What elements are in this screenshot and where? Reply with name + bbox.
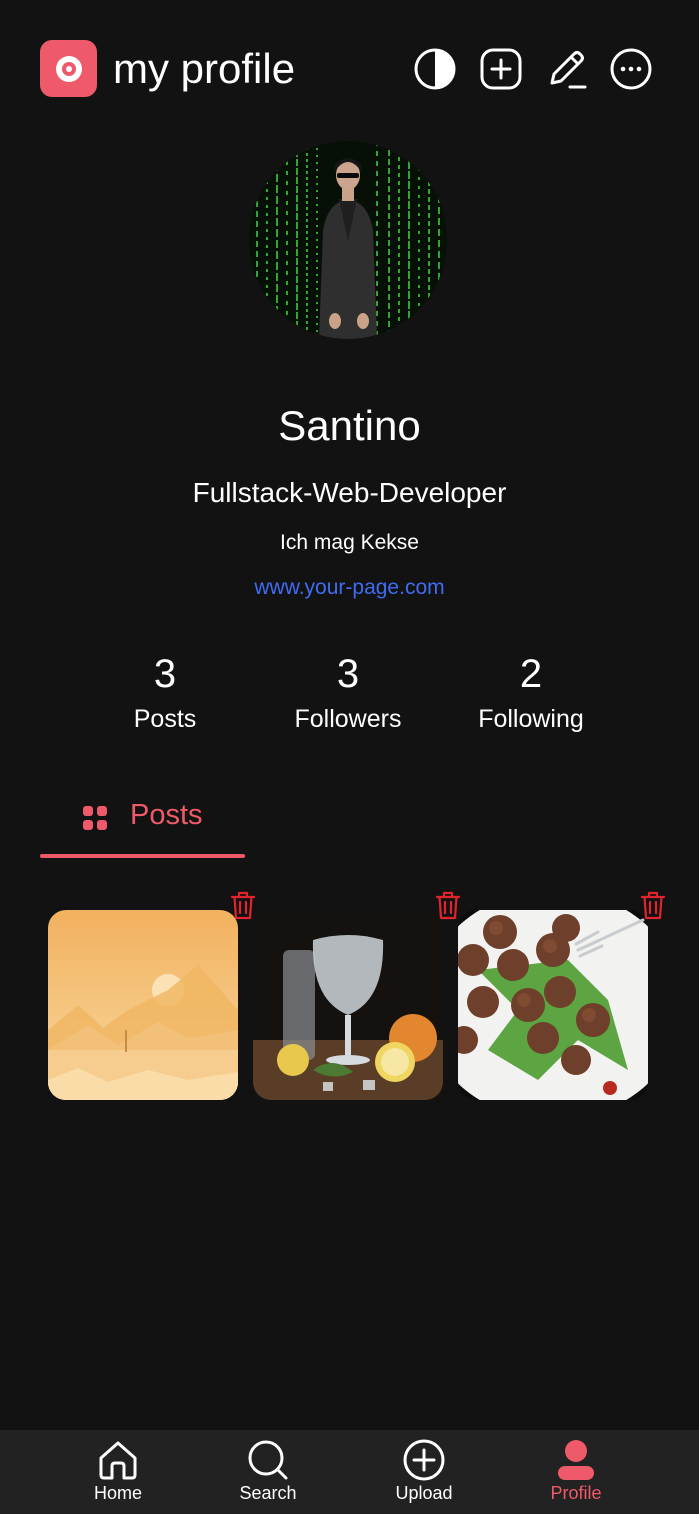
grid-icon <box>83 806 107 830</box>
more-options-icon[interactable] <box>609 47 653 91</box>
stat-followers-label: Followers <box>294 705 402 733</box>
tab-posts-label: Posts <box>130 799 203 831</box>
nav-upload-label: Upload <box>395 1483 453 1503</box>
home-icon <box>99 1441 137 1480</box>
stat-posts[interactable]: 3 Posts <box>75 650 255 736</box>
profile-bio: Ich mag Kekse <box>280 531 419 554</box>
profile-name: Santino <box>278 402 421 449</box>
profile-role: Fullstack-Web-Developer <box>192 477 507 508</box>
stat-posts-label: Posts <box>133 705 197 733</box>
bottom-navigation: Home Search Upload Profile <box>0 1430 699 1514</box>
nav-upload[interactable]: Upload <box>369 1430 479 1514</box>
tab-posts[interactable]: Posts <box>40 795 245 859</box>
profile-person-icon <box>558 1440 594 1480</box>
profile-avatar[interactable] <box>249 141 447 339</box>
post-gin-tonic[interactable] <box>253 910 443 1100</box>
upload-plus-icon <box>403 1439 445 1481</box>
nav-home[interactable]: Home <box>63 1430 173 1514</box>
post-meatballs[interactable] <box>458 910 648 1100</box>
theme-toggle-icon[interactable] <box>413 47 457 91</box>
tab-active-indicator <box>40 854 245 858</box>
nav-home-label: Home <box>93 1483 142 1503</box>
add-post-icon[interactable] <box>479 47 523 91</box>
profile-website-row: www.your-page.com <box>0 576 699 600</box>
nav-profile[interactable]: Profile <box>521 1430 631 1514</box>
stat-followers-value: 3 <box>336 652 360 696</box>
delete-post-1-icon[interactable] <box>230 890 256 920</box>
page-title: my profile <box>113 45 296 92</box>
camera-logo-icon[interactable] <box>40 40 97 97</box>
stat-following-label: Following <box>478 705 584 733</box>
nav-search-label: Search <box>239 1483 297 1503</box>
nav-search[interactable]: Search <box>213 1430 323 1514</box>
delete-post-2-icon[interactable] <box>435 890 461 920</box>
stat-posts-value: 3 <box>153 652 177 696</box>
delete-post-3-icon[interactable] <box>640 890 666 920</box>
post-desert-sunset[interactable] <box>48 910 238 1100</box>
app-header: my profile <box>0 0 699 140</box>
edit-profile-icon[interactable] <box>544 47 588 91</box>
profile-website-link[interactable]: www.your-page.com <box>254 576 444 599</box>
nav-profile-label: Profile <box>550 1483 602 1503</box>
search-icon <box>248 1440 288 1480</box>
stat-following-value: 2 <box>519 652 543 696</box>
stat-following[interactable]: 2 Following <box>441 650 621 736</box>
profile-page: my profile Santino Fullstack-Web-Develop… <box>0 0 699 1514</box>
stat-followers[interactable]: 3 Followers <box>258 650 438 736</box>
